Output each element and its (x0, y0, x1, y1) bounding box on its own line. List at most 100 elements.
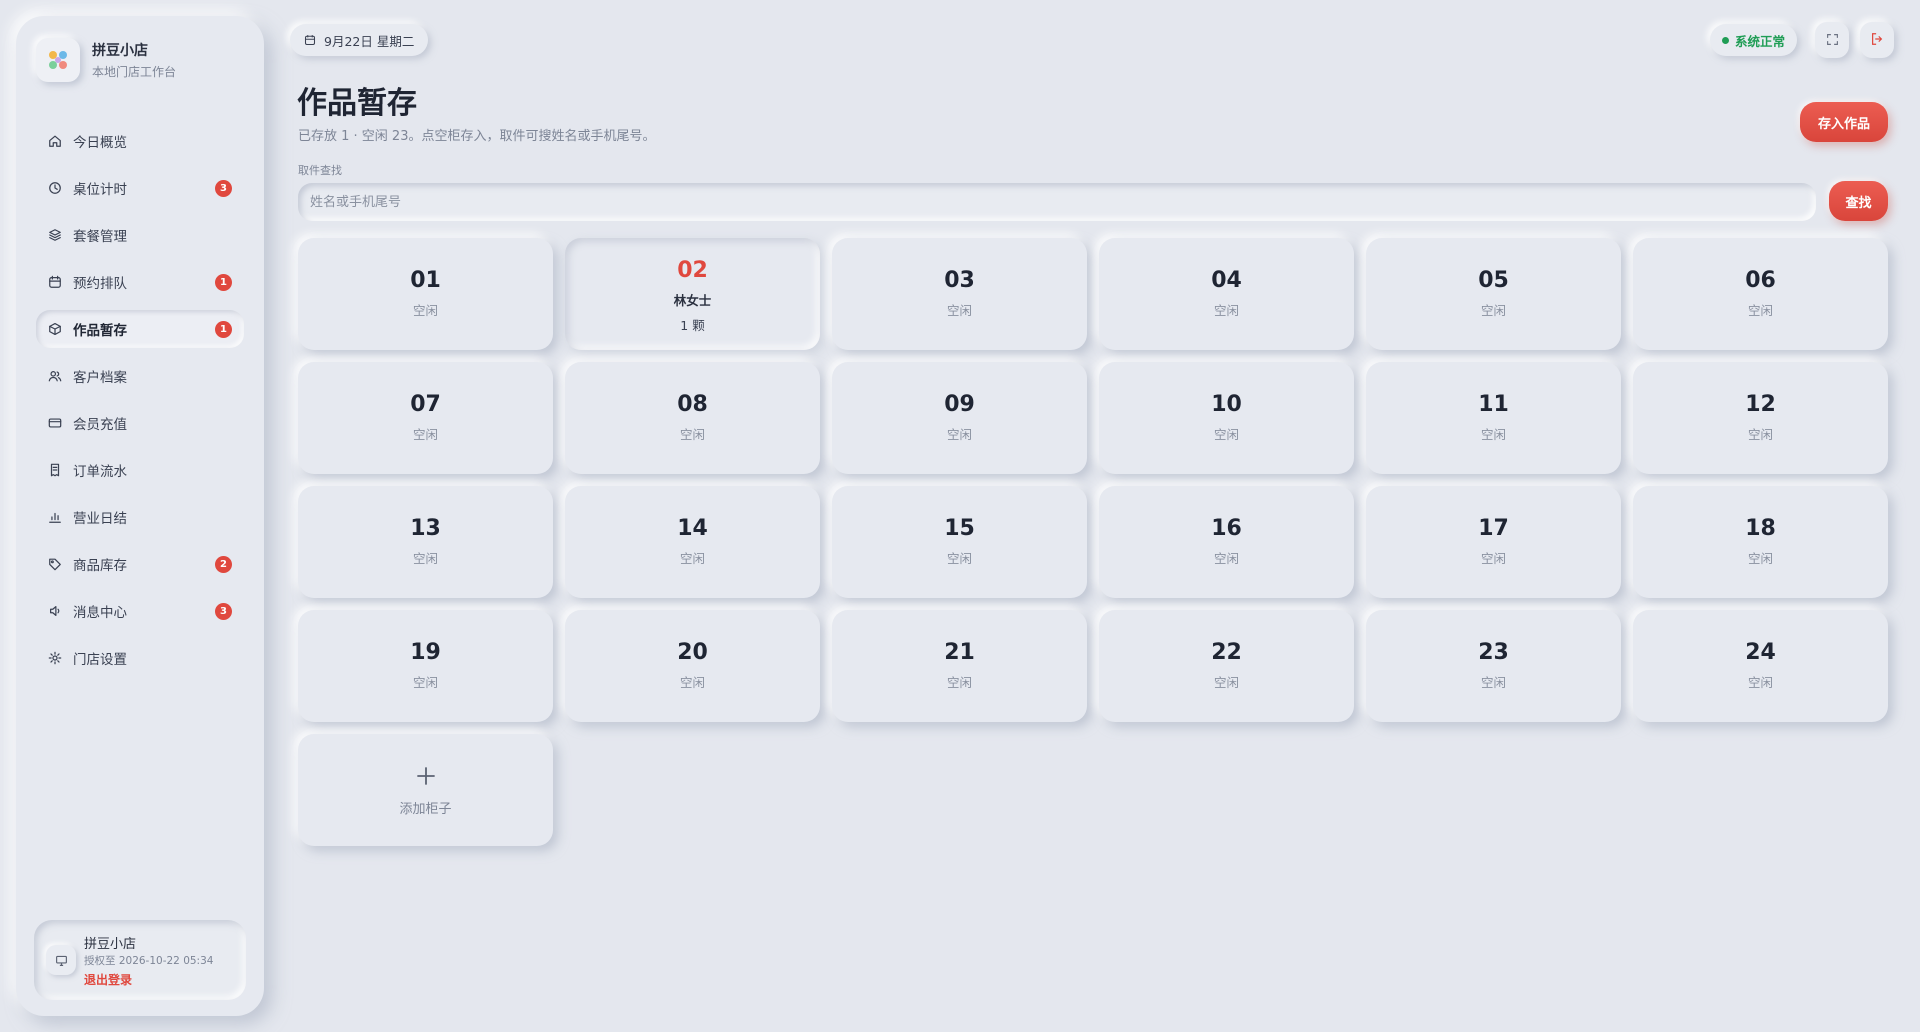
add-locker-button[interactable]: 添加柜子 (298, 734, 553, 846)
locker-status: 空闲 (679, 426, 705, 442)
locker-grid: 01 空闲 02 林女士 1 颗 03 空闲 04 空闲 05 空闲 06 空闲 07 空闲 08 空闲 09 空闲… (298, 238, 1888, 846)
locker-status: 空闲 (1213, 674, 1239, 690)
clock-icon (48, 181, 62, 195)
locker-status: 空闲 (946, 550, 972, 566)
locker-status: 空闲 (412, 302, 438, 318)
locker-cell[interactable]: 22 空闲 (1099, 610, 1354, 722)
sidebar-item-label: 商品库存 (73, 558, 127, 574)
search-input[interactable] (298, 183, 1816, 221)
logout-button[interactable] (1860, 22, 1894, 58)
locker-number: 12 (1745, 391, 1776, 417)
search-label: 取件查找 (298, 164, 342, 177)
brand-subtitle: 本地门店工作台 (92, 65, 177, 79)
tag-icon (48, 557, 62, 571)
sidebar-item[interactable]: 商品库存 2 (36, 545, 244, 583)
status-dot-icon (1722, 36, 1729, 44)
license-text: 授权至 2026-10-22 05:34 (84, 955, 214, 967)
locker-number: 22 (1211, 639, 1242, 665)
search-button[interactable]: 查找 (1829, 181, 1888, 221)
sidebar-item-label: 客户档案 (73, 370, 127, 386)
sidebar-item-label: 会员充值 (73, 417, 127, 433)
locker-number: 13 (410, 515, 441, 541)
sidebar-item[interactable]: 消息中心 3 (36, 592, 244, 630)
sidebar-item[interactable]: 套餐管理 (36, 216, 244, 254)
sidebar-item[interactable]: 订单流水 (36, 451, 244, 489)
locker-cell[interactable]: 05 空闲 (1366, 238, 1621, 350)
fullscreen-icon (1826, 31, 1839, 50)
locker-cell[interactable]: 06 空闲 (1633, 238, 1888, 350)
sidebar: 拼豆小店 本地门店工作台 今日概览桌位计时 3 套餐管理预约排队 1 作品暂存 1 客户档案… (16, 16, 264, 1016)
bar-chart-icon (48, 510, 62, 524)
locker-status: 空闲 (946, 674, 972, 690)
brand-logo-icon (36, 38, 80, 82)
sidebar-item[interactable]: 预约排队 1 (36, 263, 244, 301)
sidebar-item-label: 套餐管理 (73, 229, 127, 245)
receipt-icon (48, 463, 62, 477)
locker-cell[interactable]: 12 空闲 (1633, 362, 1888, 474)
sidebar-item-label: 预约排队 (73, 276, 127, 292)
locker-cell[interactable]: 13 空闲 (298, 486, 553, 598)
logout-link[interactable]: 退出登录 (84, 971, 132, 988)
status-text: 系统正常 (1735, 33, 1786, 49)
sidebar-item-label: 营业日结 (73, 511, 127, 527)
locker-cell[interactable]: 14 空闲 (565, 486, 820, 598)
locker-cell[interactable]: 19 空闲 (298, 610, 553, 722)
locker-number: 05 (1478, 267, 1509, 293)
locker-status: 空闲 (679, 674, 705, 690)
locker-cell[interactable]: 16 空闲 (1099, 486, 1354, 598)
sidebar-item[interactable]: 营业日结 (36, 498, 244, 536)
locker-cell[interactable]: 18 空闲 (1633, 486, 1888, 598)
locker-number: 07 (410, 391, 441, 417)
locker-status: 空闲 (1480, 426, 1506, 442)
date-pill: 9月22日 星期二 (290, 24, 429, 56)
locker-number: 15 (944, 515, 975, 541)
locker-cell[interactable]: 10 空闲 (1099, 362, 1354, 474)
sidebar-item-label: 今日概览 (73, 135, 127, 151)
locker-number: 04 (1211, 267, 1242, 293)
locker-cell[interactable]: 04 空闲 (1099, 238, 1354, 350)
fullscreen-button[interactable] (1815, 22, 1849, 58)
notification-badge: 1 (215, 274, 232, 291)
locker-status: 空闲 (946, 302, 972, 318)
locker-cell[interactable]: 07 空闲 (298, 362, 553, 474)
sidebar-item[interactable]: 桌位计时 3 (36, 169, 244, 207)
locker-cell[interactable]: 24 空闲 (1633, 610, 1888, 722)
locker-number: 02 (677, 258, 708, 283)
locker-cell[interactable]: 20 空闲 (565, 610, 820, 722)
sidebar-item[interactable]: 今日概览 (36, 122, 244, 160)
locker-cell[interactable]: 09 空闲 (832, 362, 1087, 474)
locker-cell[interactable]: 21 空闲 (832, 610, 1087, 722)
locker-cell[interactable]: 15 空闲 (832, 486, 1087, 598)
sidebar-item[interactable]: 门店设置 (36, 639, 244, 677)
sidebar-item-label: 门店设置 (73, 652, 127, 668)
locker-cell[interactable]: 11 空闲 (1366, 362, 1621, 474)
locker-cell[interactable]: 17 空闲 (1366, 486, 1621, 598)
layers-icon (48, 228, 62, 242)
locker-cell[interactable]: 23 空闲 (1366, 610, 1621, 722)
users-icon (48, 369, 62, 383)
page-title: 作品暂存 (297, 86, 417, 121)
sidebar-item-label: 消息中心 (73, 605, 127, 621)
store-artwork-button[interactable]: 存入作品 (1800, 102, 1888, 142)
brand-name: 拼豆小店 (92, 43, 148, 59)
notification-badge: 3 (215, 603, 232, 620)
locker-number: 09 (944, 391, 975, 417)
sidebar-item[interactable]: 会员充值 (36, 404, 244, 442)
locker-cell[interactable]: 08 空闲 (565, 362, 820, 474)
locker-cell[interactable]: 01 空闲 (298, 238, 553, 350)
locker-status: 空闲 (412, 550, 438, 566)
locker-status: 空闲 (1747, 674, 1773, 690)
locker-number: 17 (1478, 515, 1509, 541)
system-status-badge: 系统正常 (1710, 24, 1798, 56)
locker-cell-occupied[interactable]: 02 林女士 1 颗 (565, 238, 820, 350)
sidebar-item[interactable]: 作品暂存 1 (36, 310, 244, 348)
home-icon (48, 134, 62, 148)
user-name: 拼豆小店 (84, 937, 137, 952)
locker-number: 16 (1211, 515, 1242, 541)
speaker-icon (48, 604, 62, 618)
sidebar-item[interactable]: 客户档案 (36, 357, 244, 395)
locker-status: 空闲 (1213, 302, 1239, 318)
user-card: 拼豆小店 授权至 2026-10-22 05:34 退出登录 (34, 920, 246, 1000)
locker-status: 空闲 (1747, 302, 1773, 318)
locker-cell[interactable]: 03 空闲 (832, 238, 1087, 350)
